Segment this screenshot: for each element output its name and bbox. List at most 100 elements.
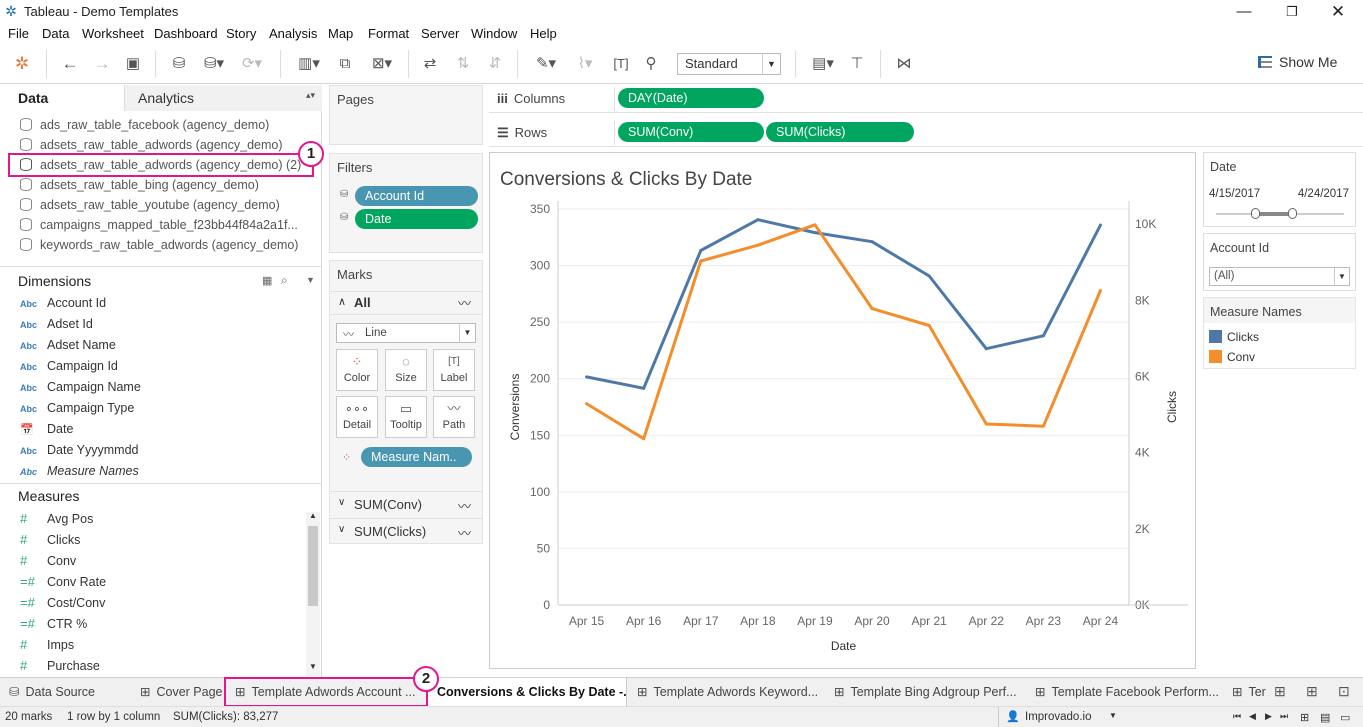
datasource-item[interactable]: adsets_raw_table_adwords (agency_demo): [20, 138, 283, 152]
menu-story[interactable]: Story: [226, 26, 256, 41]
tab-template-bing-adgroup[interactable]: ⊞ Template Bing Adgroup Perf...: [825, 678, 1025, 707]
datasource-item[interactable]: adsets_raw_table_youtube (agency_demo): [20, 198, 280, 212]
search-icon[interactable]: ⌕: [281, 273, 288, 288]
measure-field[interactable]: # Purchase: [20, 658, 100, 673]
marks-pill-measure-names[interactable]: Measure Nam..: [361, 447, 472, 467]
dimension-field[interactable]: 📅 Date: [20, 422, 73, 436]
scroll-up-icon[interactable]: ▲: [309, 511, 317, 520]
share-icon[interactable]: ⋈: [892, 52, 916, 76]
size-button[interactable]: ◌ Size: [385, 349, 427, 391]
datasource-item[interactable]: keywords_raw_table_adwords (agency_demo): [20, 238, 298, 252]
menu-server[interactable]: Server: [421, 26, 459, 41]
mark-type-select[interactable]: 〰 Line ▼: [336, 323, 476, 343]
dimension-field[interactable]: Abc Campaign Name: [20, 380, 141, 394]
next-sheet-icon[interactable]: ▶: [1265, 711, 1272, 722]
user-menu[interactable]: 👤 Improvado.io ▼: [998, 707, 1122, 727]
new-worksheet-icon[interactable]: ▥▾: [291, 52, 327, 76]
tab-analytics[interactable]: Analytics ▴▾: [124, 85, 322, 111]
menu-file[interactable]: File: [8, 26, 29, 41]
measure-field[interactable]: # Imps: [20, 637, 74, 652]
measures-scrollbar[interactable]: ▲ ▼: [306, 511, 320, 676]
path-button[interactable]: 〰 Path: [433, 396, 475, 438]
sheet-sorter-icon[interactable]: ⊞: [1300, 711, 1309, 724]
menu-format[interactable]: Format: [368, 26, 409, 41]
dimension-field[interactable]: Abc Date Yyyymmdd: [20, 443, 138, 457]
measure-field[interactable]: =# Conv Rate: [20, 574, 106, 589]
tab-cover-page[interactable]: ⊞ Cover Page: [131, 678, 225, 707]
dimension-field[interactable]: Abc Account Id: [20, 296, 106, 310]
new-story-icon[interactable]: ⊡: [1338, 683, 1350, 700]
detail-button[interactable]: ∘∘∘ Detail: [336, 396, 378, 438]
menu-map[interactable]: Map: [328, 26, 353, 41]
last-sheet-icon[interactable]: ⏭: [1280, 711, 1288, 722]
tab-conversions-clicks-by-date[interactable]: Conversions & Clicks By Date -...: [427, 678, 627, 707]
refresh-icon[interactable]: ⟳▾: [237, 52, 267, 76]
filmstrip-icon[interactable]: ▤: [1320, 711, 1330, 724]
columns-shelf[interactable]: iii Columns DAY(Date): [489, 85, 1363, 113]
dimension-field[interactable]: Abc Adset Name: [20, 338, 116, 352]
color-button[interactable]: ⁘ Color: [336, 349, 378, 391]
menu-help[interactable]: Help: [530, 26, 557, 41]
rows-shelf[interactable]: ☰ Rows SUM(Conv) SUM(Clicks): [489, 119, 1363, 147]
first-sheet-icon[interactable]: ⏮: [1233, 711, 1241, 722]
restore-icon[interactable]: ❐: [1277, 2, 1307, 22]
measure-field[interactable]: # Conv: [20, 553, 76, 568]
dimension-field[interactable]: Abc Campaign Type: [20, 401, 134, 415]
group-members-icon[interactable]: ⌇▾: [568, 52, 602, 76]
pause-updates-icon[interactable]: ⛁▾: [199, 52, 229, 76]
datasource-item[interactable]: ads_raw_table_facebook (agency_demo): [20, 118, 269, 132]
save-icon[interactable]: ▣: [121, 52, 145, 76]
clear-sheet-icon[interactable]: ⊠▾: [364, 52, 400, 76]
scroll-down-icon[interactable]: ▼: [309, 662, 317, 671]
marks-card-conv[interactable]: ∨ SUM(Conv) 〰: [330, 491, 482, 517]
pages-shelf[interactable]: Pages: [329, 85, 483, 145]
show-labels-icon[interactable]: [T]: [609, 52, 633, 76]
pane-menu-icon[interactable]: ▴▾: [306, 90, 315, 101]
menu-data[interactable]: Data: [42, 26, 69, 41]
tab-data[interactable]: Data: [0, 85, 124, 111]
date-slider-handle-end[interactable]: [1288, 208, 1297, 219]
dimension-field[interactable]: Abc Measure Names: [20, 464, 139, 478]
tab-data-source[interactable]: ⛁ Data Source: [0, 678, 130, 707]
tabs-view-icon[interactable]: ▭: [1340, 711, 1350, 724]
sort-ascending-icon[interactable]: ⇅: [451, 52, 475, 76]
measure-field[interactable]: # Clicks: [20, 532, 80, 547]
sort-descending-icon[interactable]: ⇵: [483, 52, 507, 76]
tab-template-facebook[interactable]: ⊞ Template Facebook Perform...: [1026, 678, 1222, 707]
measure-field[interactable]: =# CTR %: [20, 616, 87, 631]
marks-card-clicks[interactable]: ∨ SUM(Clicks) 〰: [330, 518, 482, 544]
measure-field[interactable]: # Avg Pos: [20, 511, 93, 526]
legend-item-conv[interactable]: Conv: [1209, 350, 1255, 364]
menu-window[interactable]: Window: [471, 26, 517, 41]
swap-axes-icon[interactable]: ⇄: [418, 52, 442, 76]
account-filter-select[interactable]: (All) ▼: [1209, 267, 1350, 286]
new-worksheet-icon[interactable]: ⊞: [1274, 683, 1286, 700]
menu-worksheet[interactable]: Worksheet: [82, 26, 144, 41]
close-icon[interactable]: ✕: [1323, 2, 1353, 22]
filter-pill-date[interactable]: Date: [355, 209, 478, 229]
datasource-item[interactable]: campaigns_mapped_table_f23bb44f84a2a1f..…: [20, 218, 298, 232]
fix-axes-icon[interactable]: ⚲: [639, 52, 663, 76]
minimize-icon[interactable]: —: [1229, 2, 1259, 22]
fit-select[interactable]: Standard ▼: [677, 53, 781, 75]
menu-analysis[interactable]: Analysis: [269, 26, 317, 41]
columns-pill-day-date[interactable]: DAY(Date): [618, 88, 764, 108]
highlight-icon[interactable]: ✎▾: [529, 52, 563, 76]
line-chart[interactable]: Conversions & Clicks By Date 0 50 100 150 200…: [490, 153, 1195, 668]
tooltip-button[interactable]: ▭ Tooltip: [385, 396, 427, 438]
filters-shelf[interactable]: Filters ⛁ Account Id ⛁ Date: [329, 153, 483, 253]
menu-dashboard[interactable]: Dashboard: [154, 26, 218, 41]
view-toggle-icon[interactable]: ▦: [262, 274, 272, 287]
duplicate-sheet-icon[interactable]: ⧉: [333, 52, 357, 76]
show-me-button[interactable]: Show Me: [1258, 54, 1337, 70]
datasource-item[interactable]: adsets_raw_table_bing (agency_demo): [20, 178, 259, 192]
dimension-field[interactable]: Abc Campaign Id: [20, 359, 118, 373]
rows-pill-sum-conv[interactable]: SUM(Conv): [618, 122, 764, 142]
chevron-down-icon[interactable]: ▼: [306, 275, 315, 285]
tab-overflow[interactable]: ⊞ Ter: [1223, 678, 1267, 707]
legend-item-clicks[interactable]: Clicks: [1209, 330, 1259, 344]
date-slider-handle-start[interactable]: [1251, 208, 1260, 219]
prev-sheet-icon[interactable]: ◀: [1249, 711, 1256, 722]
marks-all-row[interactable]: ∧ All 〰: [330, 291, 482, 315]
redo-icon[interactable]: →: [90, 52, 114, 76]
